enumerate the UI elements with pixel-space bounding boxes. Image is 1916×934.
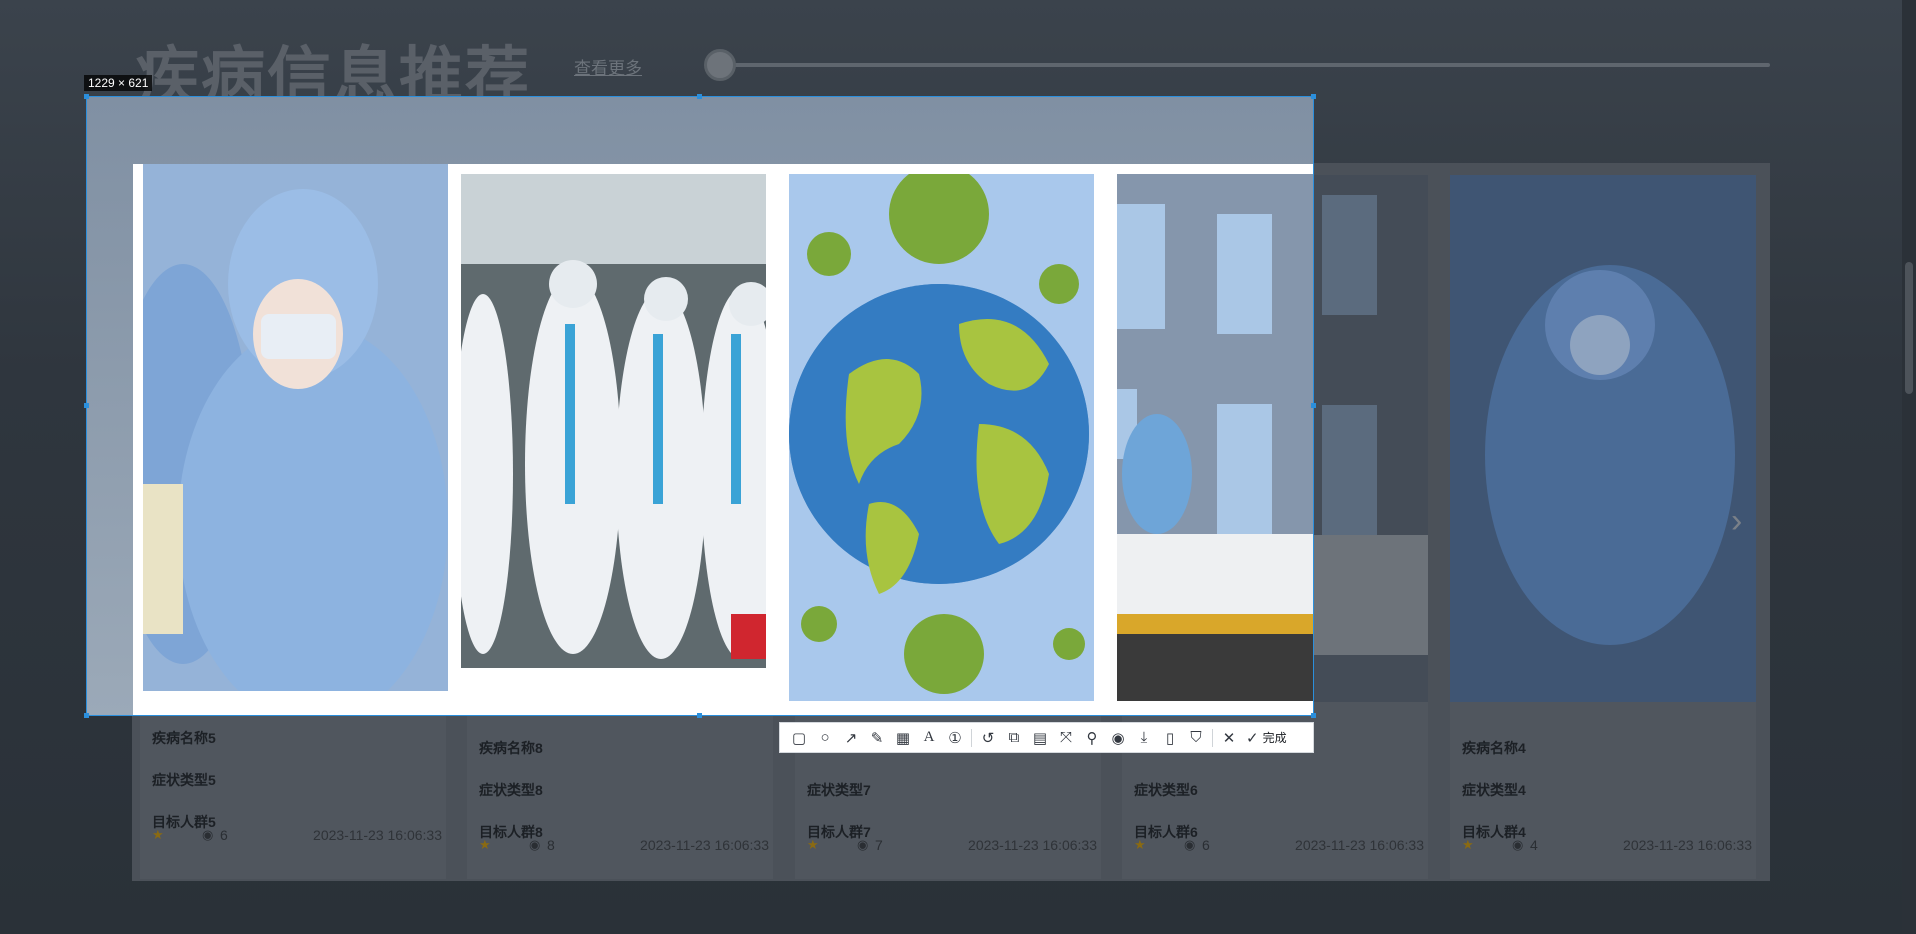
selected-card-image — [133, 164, 448, 715]
view-count: 7 — [875, 837, 883, 853]
carousel-slider-thumb[interactable] — [704, 49, 736, 81]
publish-date: 2023-11-23 16:06:33 — [313, 827, 442, 843]
disease-name: 疾病名称5 — [152, 730, 216, 746]
publish-date: 2023-11-23 16:06:33 — [968, 837, 1097, 853]
numbered-marker-icon[interactable]: ① — [942, 725, 968, 751]
publish-date: 2023-11-23 16:06:33 — [1623, 837, 1752, 853]
selected-card-image — [461, 164, 766, 715]
pencil-icon[interactable]: ✎ — [864, 725, 890, 751]
pin-icon[interactable]: ⚲ — [1079, 725, 1105, 751]
view-more-link[interactable]: 查看更多 — [574, 54, 642, 79]
star-icon: ★ — [152, 827, 164, 842]
record-icon[interactable]: ◉ — [1105, 725, 1131, 751]
view-count: 6 — [220, 827, 228, 843]
ocr-icon[interactable]: ▤ — [1027, 725, 1053, 751]
star-icon: ★ — [807, 837, 819, 852]
disease-name: 疾病名称4 — [1462, 740, 1526, 756]
selected-card-image — [1117, 164, 1313, 715]
resize-handle[interactable] — [84, 713, 89, 718]
eye-icon: ◉ — [202, 827, 214, 842]
symptom-type: 症状类型4 — [1462, 782, 1526, 798]
selection-size-label: 1229 × 621 — [84, 75, 153, 91]
toolbar-divider — [971, 728, 972, 747]
resize-handle[interactable] — [697, 94, 702, 99]
symptom-type: 症状类型5 — [152, 772, 216, 788]
selected-card-image — [789, 164, 1094, 715]
capture-selection[interactable] — [86, 96, 1314, 716]
resize-handle[interactable] — [1311, 713, 1316, 718]
screen-record-icon[interactable]: ⧉ — [1001, 725, 1027, 751]
done-button[interactable]: ✓ 完成 — [1246, 729, 1287, 747]
check-icon: ✓ — [1246, 729, 1259, 747]
selection-carousel-area — [133, 164, 1313, 715]
disease-name: 疾病名称8 — [479, 740, 543, 756]
view-count: 8 — [547, 837, 555, 853]
symptom-type: 症状类型7 — [807, 782, 871, 798]
resize-handle[interactable] — [1311, 94, 1316, 99]
circle-icon[interactable]: ○ — [812, 725, 838, 751]
eye-icon: ◉ — [857, 837, 869, 852]
scrollbar[interactable] — [1902, 0, 1916, 934]
resize-handle[interactable] — [697, 713, 702, 718]
resize-handle[interactable] — [84, 94, 89, 99]
card-image — [1450, 175, 1756, 702]
resize-handle[interactable] — [1311, 403, 1316, 408]
eye-icon: ◉ — [1184, 837, 1196, 852]
eye-icon: ◉ — [1512, 837, 1524, 852]
chevron-right-icon[interactable]: › — [1731, 503, 1755, 539]
star-icon: ★ — [1134, 837, 1146, 852]
undo-icon[interactable]: ↺ — [975, 725, 1001, 751]
view-count: 6 — [1202, 837, 1210, 853]
scrollbar-thumb[interactable] — [1905, 262, 1913, 394]
text-icon[interactable]: A — [916, 725, 942, 751]
select-tool-icon[interactable]: ▢ — [786, 725, 812, 751]
disease-card[interactable]: 疾病名称4 症状类型4 目标人群4 ★ ◉ 4 2023-11-23 16:06… — [1450, 175, 1756, 879]
arrow-icon[interactable]: ↗ — [838, 725, 864, 751]
long-screenshot-icon[interactable]: ⤧ — [1053, 725, 1079, 751]
bookmark-icon[interactable]: ⛉ — [1183, 725, 1209, 751]
view-count: 4 — [1530, 837, 1538, 853]
mosaic-icon[interactable]: ▦ — [890, 725, 916, 751]
toolbar-divider — [1212, 728, 1213, 747]
capture-toolbar: ▢ ○ ↗ ✎ ▦ A ① ↺ ⧉ ▤ ⤧ ⚲ ◉ ⤓ ▯ ⛉ ✕ ✓ 完成 — [779, 722, 1314, 753]
symptom-type: 症状类型8 — [479, 782, 543, 798]
resize-handle[interactable] — [84, 403, 89, 408]
close-icon[interactable]: ✕ — [1216, 725, 1242, 751]
phone-icon[interactable]: ▯ — [1157, 725, 1183, 751]
carousel-slider-track[interactable] — [718, 63, 1770, 67]
publish-date: 2023-11-23 16:06:33 — [1295, 837, 1424, 853]
star-icon: ★ — [479, 837, 491, 852]
eye-icon: ◉ — [529, 837, 541, 852]
done-label: 完成 — [1262, 731, 1287, 745]
star-icon: ★ — [1462, 837, 1474, 852]
download-icon[interactable]: ⤓ — [1131, 725, 1157, 751]
publish-date: 2023-11-23 16:06:33 — [640, 837, 769, 853]
symptom-type: 症状类型6 — [1134, 782, 1198, 798]
